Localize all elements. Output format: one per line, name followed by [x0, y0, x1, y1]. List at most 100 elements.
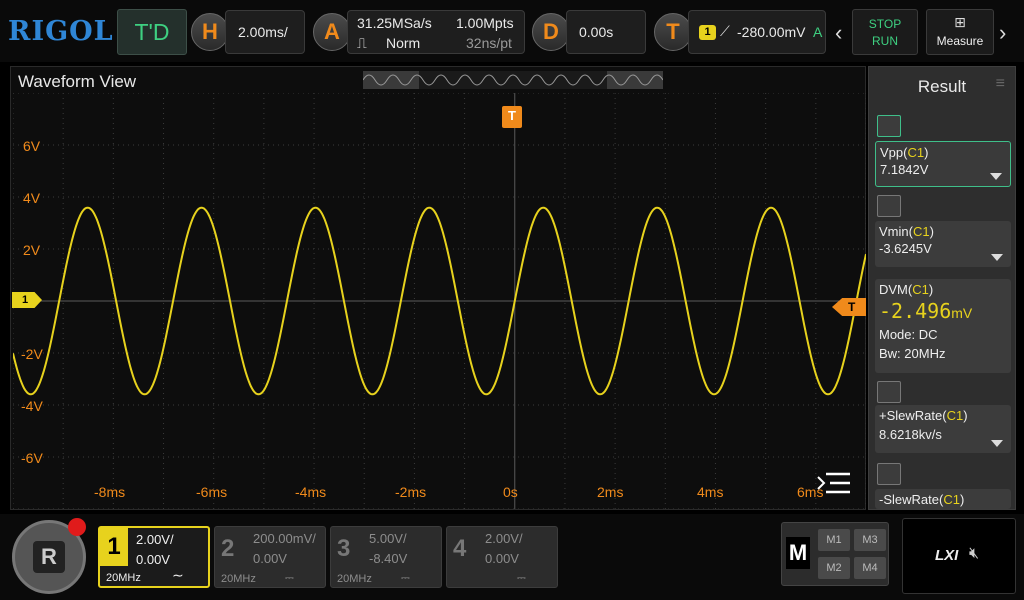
- acquire-box[interactable]: 31.25MSa/s ⎍ Norm 1.00Mpts 32ns/pt: [347, 10, 525, 54]
- x-label-0s: 0s: [503, 484, 518, 500]
- menu-icon-graphic: [817, 472, 850, 494]
- channel-3-box[interactable]: 3 5.00V/ -8.40V 20MHz ⎓: [330, 526, 442, 588]
- math-m1-button[interactable]: M1: [818, 529, 850, 551]
- y-label-neg4v: -4V: [21, 398, 43, 414]
- channel-2-box[interactable]: 2 200.00mV/ 0.00V 20MHz ⎓: [214, 526, 326, 588]
- overview-wave: [363, 74, 663, 86]
- waveform-plot[interactable]: [13, 93, 866, 509]
- ruler-icon: ⊞: [954, 14, 966, 30]
- channel-2-offset: 0.00V: [253, 551, 287, 566]
- chevron-down-icon[interactable]: [990, 173, 1002, 180]
- channel-4-scale: 2.00V/: [485, 531, 523, 546]
- vmin-name: Vmin: [879, 224, 909, 239]
- rising-edge-icon: ⟋: [720, 23, 730, 39]
- chevron-down-icon[interactable]: [991, 254, 1003, 261]
- vmin-measure-icon: [877, 195, 901, 217]
- result-item-vmin[interactable]: Vmin(C1) -3.6245V: [875, 221, 1011, 267]
- math-m4-button[interactable]: M4: [854, 557, 886, 579]
- menu-icon[interactable]: [816, 470, 852, 496]
- acquire-icon[interactable]: A: [313, 13, 351, 51]
- math-m3-button[interactable]: M3: [854, 529, 886, 551]
- channel-3-scale: 5.00V/: [369, 531, 407, 546]
- channel-1-number: 1: [100, 528, 128, 566]
- rigol-r-icon: R: [33, 541, 65, 573]
- trigger-source-badge: 1: [699, 25, 716, 40]
- y-label-neg6v: -6V: [21, 450, 43, 466]
- vpp-measure-icon: [877, 115, 901, 137]
- horizontal-scale-value: 2.00ms/: [238, 24, 288, 40]
- trigger-mode: A: [813, 24, 823, 40]
- math-box[interactable]: M M1 M3 M2 M4: [781, 522, 889, 586]
- dvm-name: DVM: [879, 282, 908, 297]
- horizontal-scale-box[interactable]: 2.00ms/: [225, 10, 305, 54]
- trigger-position-marker[interactable]: T: [502, 106, 522, 128]
- channel-2-number: 2: [221, 535, 235, 562]
- timebase-overview[interactable]: [363, 71, 663, 89]
- channel-3-number: 3: [337, 535, 351, 562]
- run-stop-button[interactable]: STOP RUN: [852, 9, 918, 55]
- chevron-down-icon[interactable]: [991, 440, 1003, 447]
- td-button[interactable]: T'D: [117, 9, 187, 55]
- slewrate-falling-icon: [877, 463, 901, 485]
- channel-1-box[interactable]: 1 2.00V/ 0.00V 20MHz ∼: [98, 526, 210, 588]
- lxi-label: LXI: [935, 547, 959, 564]
- pos-slewrate-value: 8.6218kv/s: [879, 427, 942, 442]
- vpp-name: Vpp: [880, 145, 904, 160]
- x-label-neg2ms: -2ms: [395, 484, 427, 500]
- vmin-value: -3.6245V: [879, 241, 932, 256]
- result-item-vpp[interactable]: Vpp(C1) 7.1842V: [875, 141, 1011, 187]
- chevron-left-icon[interactable]: ‹: [835, 20, 842, 46]
- neg-slewrate-name: -SlewRate: [879, 492, 939, 507]
- run-label: RUN: [872, 34, 898, 48]
- speaker-mute-icon[interactable]: 🔇︎: [969, 545, 979, 563]
- dc-coupling-icon: ⎓: [517, 572, 526, 584]
- result-item-dvm[interactable]: DVM(C1) -2.496mV Mode: DC Bw: 20MHz: [875, 279, 1011, 373]
- trigger-box[interactable]: 1 ⟋ -280.00mV A: [688, 10, 826, 54]
- horizontal-icon[interactable]: H: [191, 13, 229, 51]
- channel-2-bandwidth: 20MHz: [221, 573, 256, 585]
- math-m2-button[interactable]: M2: [818, 557, 850, 579]
- channel-4-number: 4: [453, 535, 467, 562]
- slewrate-rising-icon: [877, 381, 901, 403]
- dvm-unit: mV: [951, 305, 973, 321]
- dc-coupling-icon: ⎓: [401, 572, 410, 584]
- dc-coupling-icon: ⎓: [285, 572, 294, 584]
- channel-3-offset: -8.40V: [369, 551, 408, 566]
- delay-box[interactable]: 0.00s: [566, 10, 646, 54]
- channel-4-offset: 0.00V: [485, 551, 519, 566]
- trigger-icon[interactable]: T: [654, 13, 692, 51]
- top-bar: RIGOL T'D H 2.00ms/ A 31.25MSa/s ⎍ Norm …: [0, 0, 1024, 62]
- measure-label: Measure: [936, 34, 984, 48]
- neg-slewrate-channel: C1: [943, 492, 960, 507]
- channel-1-scale: 2.00V/: [136, 532, 174, 547]
- channel-3-bandwidth: 20MHz: [337, 573, 372, 585]
- y-label-neg2v: -2V: [21, 346, 43, 362]
- result-item-pos-slewrate[interactable]: +SlewRate(C1) 8.6218kv/s: [875, 405, 1011, 453]
- channel-1-bandwidth: 20MHz: [106, 572, 141, 584]
- acquire-mode: Norm: [386, 35, 421, 51]
- x-label-2ms: 2ms: [597, 484, 624, 500]
- vpp-channel: C1: [907, 145, 925, 160]
- measure-button[interactable]: ⊞ Measure: [926, 9, 994, 55]
- y-label-6v: 6V: [23, 138, 41, 154]
- trigger-level: -280.00mV: [737, 24, 806, 40]
- result-item-neg-slewrate[interactable]: -SlewRate(C1): [875, 489, 1011, 509]
- rigol-logo: RIGOL: [8, 16, 114, 47]
- dvm-channel: C1: [912, 282, 929, 297]
- result-menu-icon[interactable]: ≡: [996, 75, 1005, 93]
- acquire-mode-icon: ⎍: [357, 35, 367, 51]
- stop-label: STOP: [868, 17, 902, 31]
- vmin-channel: C1: [912, 224, 930, 239]
- pos-slewrate-channel: C1: [946, 408, 964, 423]
- x-label-4ms: 4ms: [697, 484, 724, 500]
- delay-icon[interactable]: D: [532, 13, 570, 51]
- memory-depth: 1.00Mpts: [456, 15, 514, 31]
- delay-value: 0.00s: [579, 24, 614, 40]
- vpp-value: 7.1842V: [880, 162, 929, 177]
- chevron-right-icon[interactable]: ›: [999, 20, 1006, 46]
- math-label: M: [786, 537, 810, 569]
- channel-4-box[interactable]: 4 2.00V/ 0.00V ⎓: [446, 526, 558, 588]
- time-resolution: 32ns/pt: [466, 35, 512, 51]
- pos-slewrate-name: +SlewRate: [879, 408, 943, 423]
- sample-rate: 31.25MSa/s: [357, 15, 432, 31]
